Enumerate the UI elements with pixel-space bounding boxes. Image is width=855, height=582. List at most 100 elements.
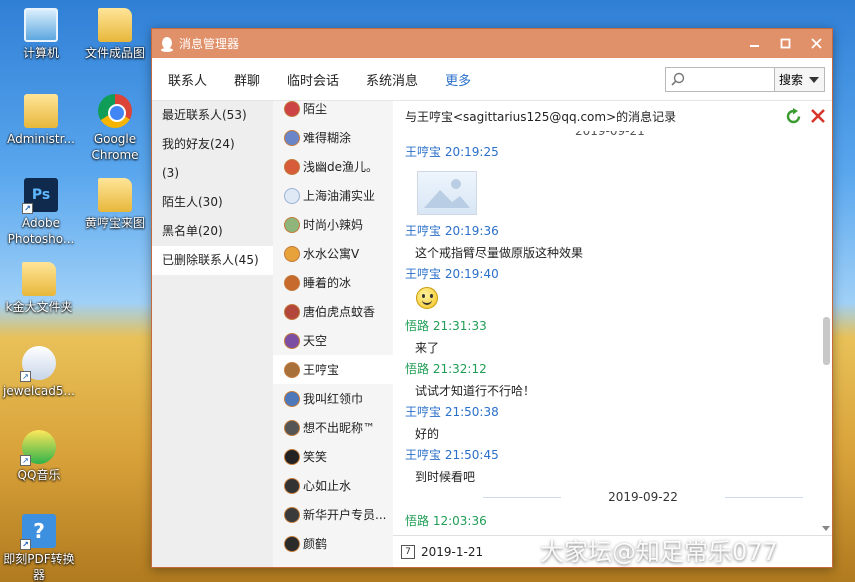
close-button[interactable] xyxy=(801,29,832,58)
contact-item[interactable]: 我叫红领巾 xyxy=(273,384,393,413)
category-deleted[interactable]: 已删除联系人(45) xyxy=(152,246,273,275)
desktop-icon-folder-images[interactable]: 黄哼宝来图 xyxy=(76,178,154,231)
contact-item[interactable]: 浅幽de渔儿。 xyxy=(273,152,393,181)
folder-icon xyxy=(98,8,132,42)
delete-record-icon[interactable] xyxy=(810,108,826,124)
tab-contacts[interactable]: 联系人 xyxy=(168,70,207,89)
tab-system-messages[interactable]: 系统消息 xyxy=(366,70,418,89)
desktop-icon-kgold-folder[interactable]: k金大文件夹 xyxy=(0,262,78,315)
avatar xyxy=(284,245,300,262)
desktop-icon-label: 即刻PDF转换器 xyxy=(3,552,75,582)
desktop-icon-label: k金大文件夹 xyxy=(5,300,73,314)
category-recent[interactable]: 最近联系人(53) xyxy=(152,101,273,130)
contact-item[interactable]: 难得糊涂 xyxy=(273,123,393,152)
contact-item[interactable]: 唐伯虎点蚊香 xyxy=(273,297,393,326)
smiley-emoji-icon xyxy=(416,287,438,309)
chevron-down-icon[interactable] xyxy=(809,76,820,83)
minimize-button[interactable] xyxy=(739,29,770,58)
folder-icon xyxy=(22,262,56,296)
desktop-icon-qqmusic[interactable]: ↗ QQ音乐 xyxy=(0,430,78,483)
desktop-icon-label: 计算机 xyxy=(22,46,59,60)
maximize-button[interactable] xyxy=(770,29,801,58)
contact-item[interactable]: 天空 xyxy=(273,326,393,355)
date-divider: 2019-09-22 xyxy=(483,490,803,504)
photoshop-icon: Ps ↗ xyxy=(22,178,58,214)
contact-item[interactable]: 笑笑 xyxy=(273,442,393,471)
contact-name: 浅幽de渔儿。 xyxy=(303,160,379,174)
avatar xyxy=(284,129,300,146)
message-sender: 王哼宝 xyxy=(405,224,442,238)
contact-name: 笑笑 xyxy=(303,450,328,464)
avatar xyxy=(284,361,300,378)
chrome-icon xyxy=(98,94,132,128)
avatar xyxy=(284,390,300,407)
message-scrollbar[interactable] xyxy=(820,131,832,533)
desktop-icon-administrator[interactable]: Administr... xyxy=(2,94,80,147)
desktop-icon-photoshop[interactable]: Ps ↗ Adobe Photosho... xyxy=(2,178,80,247)
calendar-icon[interactable]: 7 xyxy=(401,544,415,559)
desktop-icon-pdf-converter[interactable]: ? ↗ 即刻PDF转换器 xyxy=(0,514,78,582)
avatar xyxy=(284,187,300,204)
search-box xyxy=(665,67,775,92)
message-time: 21:31:33 xyxy=(432,319,487,333)
message-time: 12:03:36 xyxy=(432,514,487,528)
contact-name: 时尚小辣妈 xyxy=(303,218,364,232)
message-sender: 王哼宝 xyxy=(405,405,442,419)
contact-item[interactable]: 陌尘 xyxy=(273,101,393,123)
desktop-icon-jewelcad[interactable]: ↗ jewelcad5... xyxy=(0,346,78,399)
image-placeholder-icon xyxy=(424,179,470,208)
avatar xyxy=(284,101,300,117)
avatar xyxy=(284,448,300,465)
message-sender: 王哼宝 xyxy=(405,145,442,159)
contact-item[interactable]: 颜鹤 xyxy=(273,529,393,558)
desktop-icon-label: Adobe Photosho... xyxy=(7,216,75,246)
main-toolbar: 联系人 群聊 临时会话 系统消息 更多 搜索 xyxy=(152,58,832,101)
refresh-icon[interactable] xyxy=(785,108,802,125)
search-button[interactable]: 搜索 xyxy=(775,67,825,92)
date-divider-partial: 2019-09-21 xyxy=(575,131,645,138)
message-header: 悟路 21:32:12 xyxy=(405,360,487,377)
tab-temporary-chat[interactable]: 临时会话 xyxy=(287,70,339,89)
minimize-icon xyxy=(750,45,759,47)
user-folder-icon xyxy=(24,94,58,128)
avatar xyxy=(284,332,300,349)
contact-name: 天空 xyxy=(303,334,328,348)
avatar xyxy=(284,419,300,436)
message-sender: 王哼宝 xyxy=(405,267,442,281)
contact-item[interactable]: 新华开户专员... xyxy=(273,500,393,529)
contact-item-selected[interactable]: 王哼宝 xyxy=(273,355,393,384)
desktop-icon-folder-finished[interactable]: 文件成品图 xyxy=(76,8,154,61)
category-friends[interactable]: 我的好友(24) xyxy=(152,130,273,159)
title-bar[interactable]: 消息管理器 xyxy=(152,29,832,58)
message-header: 王哼宝 20:19:25 xyxy=(405,143,499,160)
maximize-icon xyxy=(780,38,791,49)
contact-item[interactable]: 心如止水 xyxy=(273,471,393,500)
contact-item[interactable]: 想不出昵称™ xyxy=(273,413,393,442)
contact-item[interactable]: 水水公寓V xyxy=(273,239,393,268)
contact-item[interactable]: 时尚小辣妈 xyxy=(273,210,393,239)
tab-more[interactable]: 更多 xyxy=(445,70,471,89)
chat-header: 与王哼宝<sagittarius125@qq.com>的消息记录 xyxy=(393,101,832,131)
message-sender: 悟路 xyxy=(405,319,430,333)
category-blacklist[interactable]: 黑名单(20) xyxy=(152,217,273,246)
date-picker-value[interactable]: 2019-1-21 xyxy=(421,545,483,559)
image-thumbnail[interactable] xyxy=(417,171,477,215)
message-header: 王哼宝 21:50:45 xyxy=(405,446,499,463)
message-text: 好的 xyxy=(415,427,440,441)
desktop-icon-label: QQ音乐 xyxy=(17,468,61,482)
message-header: 悟路 12:03:36 xyxy=(405,512,487,529)
shortcut-arrow-icon: ↗ xyxy=(20,539,31,550)
message-manager-window: 消息管理器 联系人 群聊 临时会话 系统消息 更多 搜索 最近联系人(53) 我… xyxy=(151,28,833,568)
pdf-converter-icon: ? ↗ xyxy=(20,514,56,550)
scrollbar-thumb[interactable] xyxy=(823,317,830,365)
category-unnamed[interactable]: (3) xyxy=(152,159,273,188)
desktop-icon-label: jewelcad5... xyxy=(3,384,75,398)
contact-item[interactable]: 上海油浦实业 xyxy=(273,181,393,210)
contact-name: 睡着的冰 xyxy=(303,276,352,290)
category-strangers[interactable]: 陌生人(30) xyxy=(152,188,273,217)
scroll-down-icon[interactable] xyxy=(822,526,830,531)
desktop-icon-computer[interactable]: 计算机 xyxy=(2,8,80,61)
tab-group-chat[interactable]: 群聊 xyxy=(234,70,260,89)
contact-item[interactable]: 睡着的冰 xyxy=(273,268,393,297)
desktop-icon-chrome[interactable]: Google Chrome xyxy=(76,94,154,163)
